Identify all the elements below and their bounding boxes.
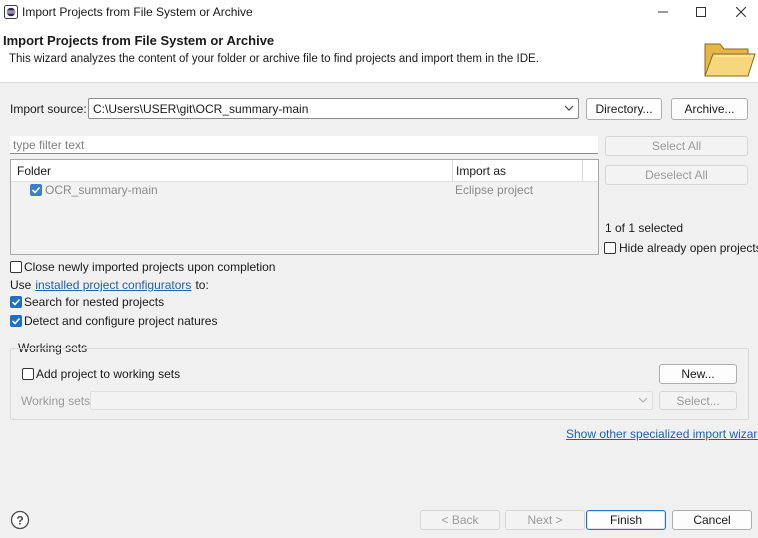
back-button[interactable]: < Back	[420, 510, 500, 530]
deselect-all-button[interactable]: Deselect All	[605, 165, 748, 185]
wizard-title: Import Projects from File System or Arch…	[3, 33, 275, 48]
show-other-wizards-link[interactable]: Show other specialized import wizards	[566, 427, 758, 441]
check-icon	[11, 298, 21, 306]
archive-button[interactable]: Archive...	[671, 98, 748, 120]
eclipse-icon	[4, 5, 18, 19]
directory-button[interactable]: Directory...	[586, 98, 662, 120]
import-source-label: Import source:	[10, 102, 87, 116]
close-window-button[interactable]	[718, 0, 758, 24]
next-button[interactable]: Next >	[505, 510, 585, 530]
working-sets-group: Add project to working sets New... Worki…	[10, 348, 749, 420]
column-folder[interactable]: Folder	[17, 164, 51, 178]
working-sets-combo[interactable]	[90, 391, 653, 410]
row-import-as: Eclipse project	[455, 183, 534, 197]
maximize-icon	[696, 7, 706, 17]
hide-open-projects-checkbox[interactable]	[604, 242, 616, 254]
detect-natures-option[interactable]: Detect and configure project natures	[10, 314, 217, 328]
minimize-icon	[658, 11, 668, 13]
table-header: Folder Import as	[11, 160, 598, 182]
installed-configurators-link[interactable]: installed project configurators	[35, 278, 191, 292]
configurators-line: Use installed project configurators to:	[10, 278, 209, 292]
column-separator[interactable]	[452, 160, 453, 182]
select-all-button[interactable]: Select All	[605, 136, 748, 156]
table-row[interactable]: OCR_summary-main Eclipse project	[11, 182, 598, 200]
folder-icon	[704, 43, 756, 77]
close-icon	[736, 7, 746, 17]
svg-text:?: ?	[16, 514, 23, 528]
finish-button[interactable]: Finish	[586, 510, 666, 530]
detect-natures-label: Detect and configure project natures	[24, 314, 218, 328]
search-nested-checkbox[interactable]	[10, 296, 22, 308]
add-to-working-sets-label: Add project to working sets	[36, 367, 181, 381]
import-source-combo[interactable]: C:\Users\USER\git\OCR_summary-main	[88, 98, 579, 119]
row-checkbox[interactable]	[30, 184, 42, 196]
column-separator[interactable]	[582, 160, 583, 182]
title-bar: Import Projects from File System or Arch…	[0, 0, 758, 24]
row-folder: OCR_summary-main	[45, 183, 158, 197]
close-newly-label: Close newly imported projects upon compl…	[24, 260, 276, 274]
detect-natures-checkbox[interactable]	[10, 315, 22, 327]
use-label: Use	[10, 278, 32, 292]
add-to-working-sets-option[interactable]: Add project to working sets	[22, 367, 180, 381]
close-newly-checkbox[interactable]	[10, 261, 22, 273]
window-title: Import Projects from File System or Arch…	[22, 5, 253, 19]
working-sets-label: Working sets:	[21, 394, 94, 408]
hide-open-projects-label: Hide already open projects	[619, 241, 758, 255]
check-icon	[11, 317, 21, 325]
projects-table: Folder Import as OCR_summary-main Eclips…	[10, 159, 599, 255]
selected-count: 1 of 1 selected	[605, 221, 684, 235]
add-to-working-sets-checkbox[interactable]	[22, 368, 34, 380]
search-nested-label: Search for nested projects	[24, 295, 165, 309]
help-button[interactable]: ?	[10, 510, 30, 530]
close-newly-option[interactable]: Close newly imported projects upon compl…	[10, 260, 275, 274]
chevron-down-icon[interactable]	[564, 103, 574, 113]
wizard-description: This wizard analyzes the content of your…	[9, 53, 539, 65]
chevron-down-icon	[638, 397, 648, 403]
check-icon	[31, 186, 41, 194]
select-working-sets-button[interactable]: Select...	[659, 391, 737, 410]
search-nested-option[interactable]: Search for nested projects	[10, 295, 164, 309]
column-import-as[interactable]: Import as	[456, 164, 506, 178]
hide-open-projects-option[interactable]: Hide already open projects	[604, 241, 758, 255]
help-icon: ?	[10, 510, 30, 530]
import-source-value: C:\Users\USER\git\OCR_summary-main	[93, 101, 309, 116]
wizard-header: Import Projects from File System or Arch…	[0, 24, 758, 83]
to-label: to:	[195, 278, 209, 292]
filter-input[interactable]	[10, 136, 598, 154]
new-working-set-button[interactable]: New...	[659, 364, 737, 384]
cancel-button[interactable]: Cancel	[672, 510, 752, 530]
